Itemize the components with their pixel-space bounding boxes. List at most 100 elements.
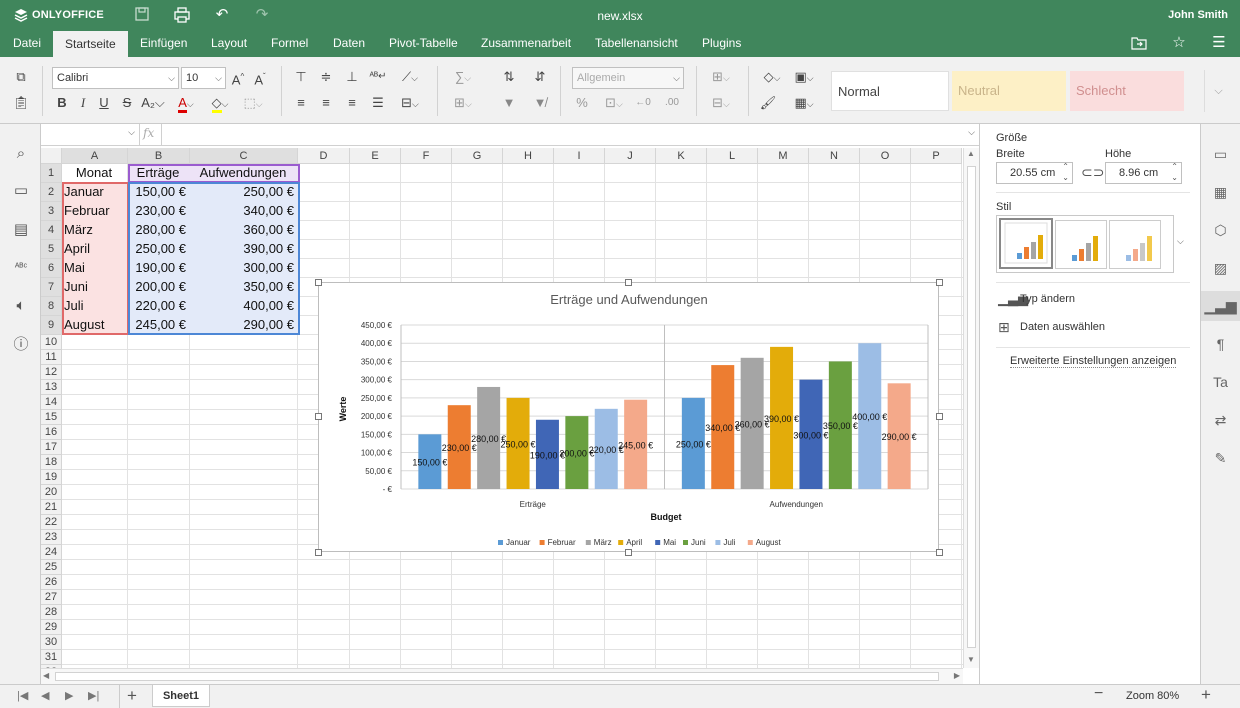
insert-cells-icon[interactable]: ⊞⌵ — [707, 67, 735, 87]
sort-descending-icon[interactable]: ⇵ — [530, 67, 550, 87]
image-settings-icon[interactable]: ▨ — [1201, 253, 1240, 283]
vertical-scroll-thumb[interactable] — [967, 166, 976, 648]
row-header[interactable]: 2 — [41, 183, 62, 202]
column-header[interactable]: O — [860, 148, 911, 164]
column-header[interactable]: A — [62, 148, 128, 164]
resize-handle[interactable] — [625, 549, 632, 556]
column-header[interactable]: D — [298, 148, 350, 164]
styles-expand-icon[interactable]: ⌵ — [1204, 70, 1232, 112]
row-header[interactable]: 19 — [41, 470, 62, 485]
row-header[interactable]: 3 — [41, 202, 62, 221]
row-header[interactable]: 8 — [41, 297, 62, 316]
conditional-format-icon[interactable]: ▣⌵ — [790, 67, 818, 87]
tab-formel[interactable]: Formel — [259, 30, 320, 57]
tab-einfuegen[interactable]: Einfügen — [128, 30, 199, 57]
link-aspect-icon[interactable]: ⊂⊃ — [1081, 164, 1104, 181]
chat-icon[interactable]: ▤ — [11, 220, 31, 240]
filter-icon[interactable]: ▼ — [499, 93, 519, 113]
text-art-settings-icon[interactable]: Ta — [1201, 367, 1240, 397]
chevron-down-icon[interactable]: ⌵ — [1177, 236, 1184, 247]
decrease-font-icon[interactable]: Aˇ — [250, 67, 270, 87]
open-location-icon[interactable] — [1131, 35, 1147, 51]
tab-startseite[interactable]: Startseite — [53, 31, 128, 57]
tab-datei[interactable]: Datei — [1, 30, 53, 57]
expand-formula-icon[interactable]: ⌵ — [968, 127, 975, 138]
user-name[interactable]: John Smith — [1168, 9, 1228, 21]
row-header[interactable]: 30 — [41, 635, 62, 650]
row-header[interactable]: 25 — [41, 560, 62, 575]
shape-settings-icon[interactable]: ⬡ — [1201, 215, 1240, 245]
feedback-icon[interactable]: 🔈︎ — [11, 296, 31, 316]
vertical-scrollbar[interactable]: ▲ ▼ — [963, 148, 979, 668]
horizontal-scrollbar[interactable]: ◀ ▶ — [41, 668, 963, 684]
column-header[interactable]: C — [190, 148, 298, 164]
tab-pivot-tabelle[interactable]: Pivot-Tabelle — [377, 30, 470, 57]
clear-filter-icon[interactable]: ▼̸ — [530, 93, 550, 113]
comments-icon[interactable]: ▭ — [11, 181, 31, 201]
column-header[interactable]: H — [503, 148, 554, 164]
borders-icon[interactable]: ⬚⌵ — [240, 93, 266, 113]
spinner-icon[interactable]: ⌃ ⌄ — [1171, 161, 1178, 183]
chart-settings-icon[interactable]: ▁▃▆ — [1201, 291, 1240, 321]
bold-icon[interactable]: B — [52, 93, 72, 113]
row-header[interactable]: 7 — [41, 278, 62, 297]
text-orientation-icon[interactable]: ⟋⌵ — [396, 67, 424, 87]
wrap-text-icon[interactable]: ᴬᴮ↵ — [368, 67, 388, 87]
scroll-right-icon[interactable]: ▶ — [954, 671, 960, 680]
resize-handle[interactable] — [936, 279, 943, 286]
column-header[interactable]: F — [401, 148, 452, 164]
increase-decimal-icon[interactable]: .00 — [662, 93, 682, 113]
delete-cells-icon[interactable]: ⊟⌵ — [707, 93, 735, 113]
font-color-icon[interactable]: A⌵ — [171, 93, 201, 113]
currency-icon[interactable]: ⊡⌵ — [600, 93, 628, 113]
next-sheet-icon[interactable]: ▶ — [65, 689, 73, 702]
row-header[interactable]: 12 — [41, 365, 62, 380]
column-header[interactable]: L — [707, 148, 758, 164]
strikethrough-icon[interactable]: S — [117, 93, 137, 113]
tab-tabellenansicht[interactable]: Tabellenansicht — [583, 30, 690, 57]
chart-style-gallery[interactable]: ⌵ — [996, 215, 1184, 273]
add-sheet-icon[interactable]: + — [127, 686, 137, 706]
advanced-settings-link[interactable]: Erweiterte Einstellungen anzeigen — [1010, 355, 1177, 368]
row-header[interactable]: 16 — [41, 425, 62, 440]
resize-handle[interactable] — [936, 413, 943, 420]
column-header[interactable]: G — [452, 148, 503, 164]
row-header[interactable]: 27 — [41, 590, 62, 605]
row-header[interactable]: 4 — [41, 221, 62, 240]
table-cell[interactable]: Monat — [64, 164, 124, 183]
merge-cells-icon[interactable]: ⊟⌵ — [396, 93, 424, 113]
column-header[interactable]: J — [605, 148, 656, 164]
row-header[interactable]: 18 — [41, 455, 62, 470]
select-all-corner[interactable] — [41, 148, 62, 164]
chart-style-1[interactable] — [999, 218, 1053, 269]
change-type-button[interactable]: Typ ändern — [1020, 293, 1075, 305]
underline-icon[interactable]: U — [94, 93, 114, 113]
align-left-icon[interactable]: ≡ — [291, 93, 311, 113]
named-ranges-icon[interactable]: ⊞⌵ — [449, 93, 477, 113]
align-center-icon[interactable]: ≡ — [316, 93, 336, 113]
column-header[interactable]: E — [350, 148, 401, 164]
style-schlecht[interactable]: Schlecht — [1070, 71, 1184, 111]
subscript-icon[interactable]: A₂⌵ — [140, 93, 166, 113]
row-header[interactable]: 24 — [41, 545, 62, 560]
sum-icon[interactable]: ∑⌵ — [449, 67, 477, 87]
chart-object[interactable]: Erträge und Aufwendungen 450,00 € 400,00 €… — [318, 282, 939, 552]
justify-icon[interactable]: ☰ — [368, 93, 388, 113]
row-header[interactable]: 29 — [41, 620, 62, 635]
formula-input[interactable] — [164, 124, 964, 145]
signature-settings-icon[interactable]: ✎ — [1201, 443, 1240, 473]
first-sheet-icon[interactable]: |◀ — [17, 689, 28, 702]
column-header[interactable]: I — [554, 148, 605, 164]
align-right-icon[interactable]: ≡ — [342, 93, 362, 113]
row-header[interactable]: 28 — [41, 605, 62, 620]
column-header[interactable]: P — [911, 148, 962, 164]
fx-icon[interactable]: fx — [143, 126, 154, 140]
row-header[interactable]: 21 — [41, 500, 62, 515]
row-header[interactable]: 10 — [41, 335, 62, 350]
number-format-select[interactable]: Allgemein ⌵ — [572, 67, 684, 89]
favorite-star-icon[interactable]: ☆ — [1171, 35, 1187, 51]
row-header[interactable]: 13 — [41, 380, 62, 395]
about-info-icon[interactable]: ⓘ — [11, 335, 31, 355]
copy-icon[interactable]: ⧉ — [11, 67, 31, 87]
cell-settings-icon[interactable]: ▭ — [1201, 139, 1240, 169]
